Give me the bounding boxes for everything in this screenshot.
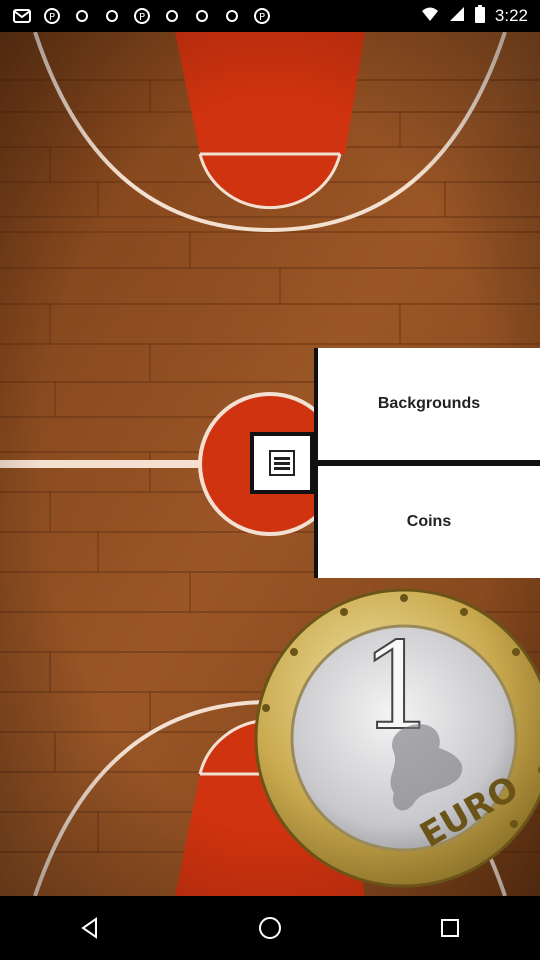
sync-icon xyxy=(222,8,242,24)
court-background: 1 EURO Backgrounds Coins xyxy=(0,32,540,896)
recents-icon xyxy=(441,919,459,937)
sync-icon xyxy=(162,8,182,24)
menu-item-coins[interactable]: Coins xyxy=(314,466,540,578)
pinterest-icon: P xyxy=(42,8,62,24)
status-bar: P P P 3:22 xyxy=(0,0,540,32)
home-button[interactable] xyxy=(240,898,300,958)
menu-item-backgrounds[interactable]: Backgrounds xyxy=(314,348,540,460)
menu-item-backgrounds-label: Backgrounds xyxy=(377,395,481,412)
back-button[interactable] xyxy=(60,898,120,958)
menu-toggle-button[interactable] xyxy=(250,432,314,494)
menu-icon xyxy=(269,450,295,476)
side-menu: Backgrounds Coins xyxy=(314,348,540,578)
svg-text:P: P xyxy=(139,12,145,23)
back-icon xyxy=(81,917,97,939)
sync-icon xyxy=(72,8,92,24)
sync-icon xyxy=(102,8,122,24)
battery-icon xyxy=(474,4,485,28)
sync-icon xyxy=(192,8,212,24)
svg-text:P: P xyxy=(49,12,55,23)
mail-icon xyxy=(12,8,32,24)
status-time: 3:22 xyxy=(494,6,528,25)
notification-icons: P P P xyxy=(12,8,272,24)
signal-icon xyxy=(449,6,465,27)
pinterest-icon: P xyxy=(252,8,272,24)
euro-coin-image: 1 EURO xyxy=(254,588,540,888)
menu-item-coins-label: Coins xyxy=(406,513,452,530)
recents-button[interactable] xyxy=(420,898,480,958)
home-icon xyxy=(259,917,281,939)
navigation-bar xyxy=(0,896,540,960)
wifi-icon xyxy=(421,6,439,27)
svg-text:P: P xyxy=(259,12,265,23)
pinterest-icon: P xyxy=(132,8,152,24)
